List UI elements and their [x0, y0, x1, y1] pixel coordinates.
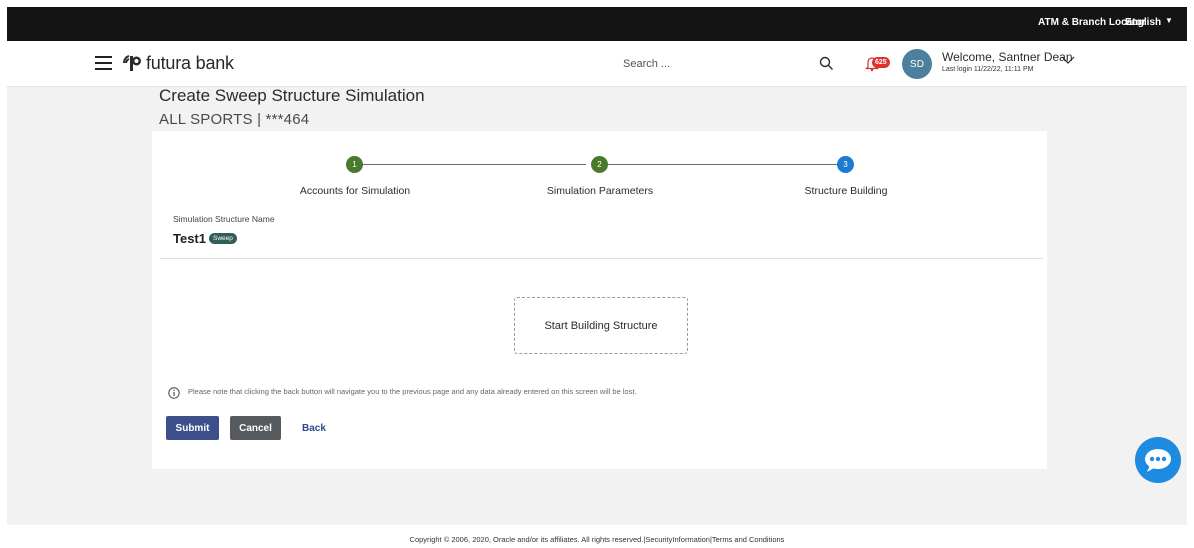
structure-name-value: Test1 Sweep [173, 231, 237, 246]
main-header: futura bank Search ... 625 SD Welcome, S… [7, 41, 1187, 87]
step-2-label: Simulation Parameters [546, 185, 654, 197]
search-icon[interactable] [819, 56, 834, 71]
divider [160, 258, 1043, 259]
app-frame: ATM & Branch Locator English ▼ futura ba… [7, 7, 1187, 548]
cancel-button[interactable]: Cancel [230, 416, 281, 440]
submit-button[interactable]: Submit [166, 416, 219, 440]
step-2-indicator: 2 [591, 156, 608, 173]
chat-bubble-icon [1145, 449, 1171, 472]
structure-name-label: Simulation Structure Name [173, 214, 275, 224]
copyright-text: Copyright © 2006, 2020, Oracle and/or it… [409, 535, 785, 544]
chevron-down-icon[interactable] [1061, 56, 1075, 65]
futura-logo-icon [123, 55, 141, 71]
structure-name-text: Test1 [173, 231, 206, 246]
chatbot-button[interactable] [1135, 437, 1181, 483]
stepper-connector [363, 164, 586, 165]
notification-count-badge: 625 [872, 57, 890, 68]
step-3-indicator: 3 [837, 156, 854, 173]
step-1-indicator: 1 [346, 156, 363, 173]
avatar[interactable]: SD [902, 49, 932, 79]
stepper-connector [603, 164, 837, 165]
language-selector[interactable]: English [1125, 17, 1161, 28]
structure-type-tag: Sweep [209, 233, 237, 244]
welcome-text[interactable]: Welcome, Santner Dean [942, 50, 1073, 64]
info-note: Please note that clicking the back butto… [188, 387, 637, 396]
start-building-structure-button[interactable]: Start Building Structure [514, 297, 688, 354]
step-1-label: Accounts for Simulation [299, 185, 411, 197]
page-subtitle: ALL SPORTS | ***464 [159, 111, 310, 128]
footer: Copyright © 2006, 2020, Oracle and/or it… [7, 525, 1187, 548]
brand-name: futura bank [146, 52, 234, 73]
brand-logo[interactable]: futura bank [121, 52, 234, 74]
page-title: Create Sweep Structure Simulation [159, 86, 425, 105]
last-login-text: Last login 11/22/22, 11:11 PM [942, 66, 1034, 73]
search-input[interactable]: Search ... [615, 51, 847, 77]
step-3-label: Structure Building [804, 185, 888, 197]
utility-bar: ATM & Branch Locator English ▼ [7, 7, 1187, 41]
back-link[interactable]: Back [302, 423, 326, 434]
menu-icon[interactable] [95, 56, 112, 70]
caret-down-icon[interactable]: ▼ [1165, 16, 1173, 25]
info-icon [168, 387, 180, 399]
